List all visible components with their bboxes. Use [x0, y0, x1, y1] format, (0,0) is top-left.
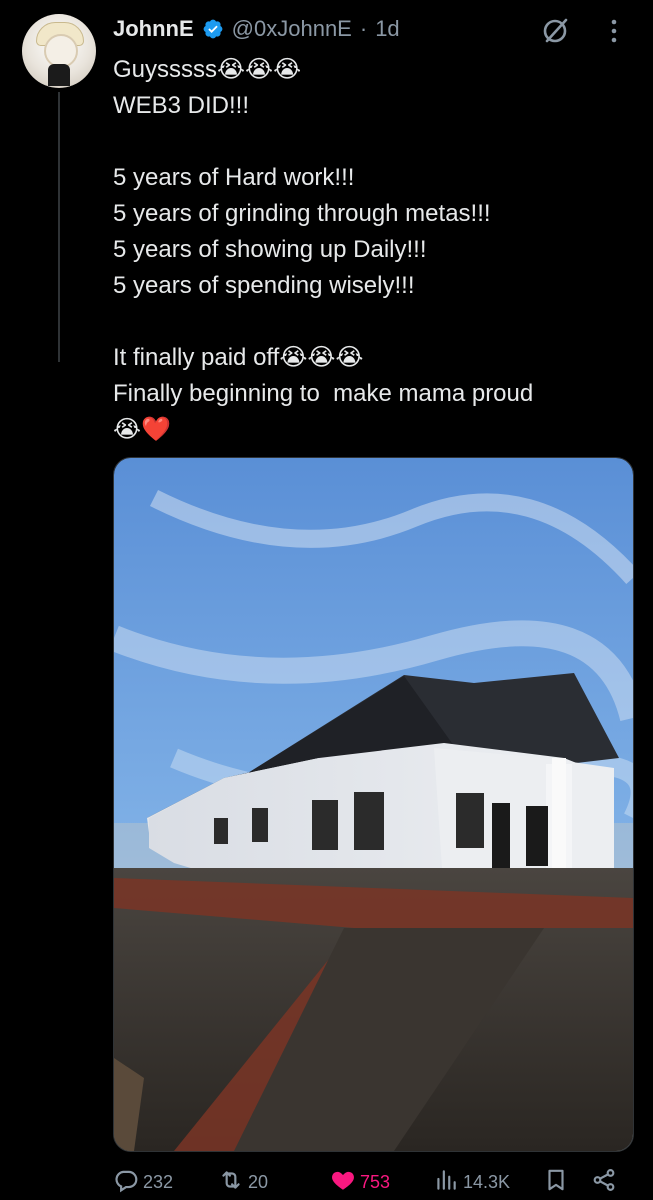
tweet-line: It finally paid off😭😭😭 [113, 344, 364, 371]
tweet-line [113, 304, 633, 340]
tweet-header: JohnnE @0xJohnnE · 1d [113, 14, 400, 44]
share-button[interactable] [591, 1168, 617, 1196]
verified-badge-icon [202, 18, 224, 40]
reply-count: 232 [143, 1171, 174, 1192]
repost-button[interactable]: 20 [218, 1168, 268, 1196]
reply-icon [113, 1167, 139, 1198]
tweet-line: 5 years of grinding through metas!!! [113, 200, 491, 227]
author-handle[interactable]: @0xJohnnE [232, 16, 352, 42]
avatar-face [44, 34, 78, 68]
repost-count: 20 [248, 1171, 269, 1192]
views-count: 14.3K [463, 1171, 511, 1192]
bookmark-button[interactable] [543, 1168, 569, 1196]
avatar[interactable] [22, 14, 96, 88]
tweet-line: 5 years of showing up Daily!!! [113, 236, 427, 263]
action-bar: 232 20 753 14.3K [113, 1166, 623, 1200]
more-icon[interactable] [604, 16, 624, 46]
repost-icon [218, 1167, 244, 1198]
bookmark-icon [543, 1167, 569, 1198]
author-name[interactable]: JohnnE [113, 16, 194, 42]
like-button[interactable]: 753 [330, 1168, 390, 1196]
reply-button[interactable]: 232 [113, 1168, 173, 1196]
tweet-text: Guysssss😭😭😭 WEB3 DID!!! 5 years of Hard … [113, 52, 633, 448]
tweet-line: 😭❤️ [113, 416, 171, 443]
share-icon [591, 1167, 617, 1198]
tweet-line: Finally beginning to make mama proud [113, 380, 534, 407]
separator-dot: · [359, 16, 368, 41]
post-time[interactable]: 1d [375, 16, 399, 42]
tweet-line: 5 years of Hard work!!! [113, 164, 355, 191]
grok-icon[interactable] [541, 16, 571, 46]
thread-line [58, 92, 60, 362]
avatar-body [48, 64, 70, 86]
like-count: 753 [360, 1171, 391, 1192]
tweet-line: WEB3 DID!!! [113, 92, 250, 119]
views-icon [433, 1167, 459, 1198]
post-photo-house[interactable] [113, 457, 634, 1152]
views-button[interactable]: 14.3K [433, 1168, 510, 1196]
tweet-line: 5 years of spending wisely!!! [113, 272, 415, 299]
heart-icon [330, 1167, 356, 1198]
tweet-line [113, 124, 633, 160]
tweet-line: Guysssss😭😭😭 [113, 56, 302, 83]
